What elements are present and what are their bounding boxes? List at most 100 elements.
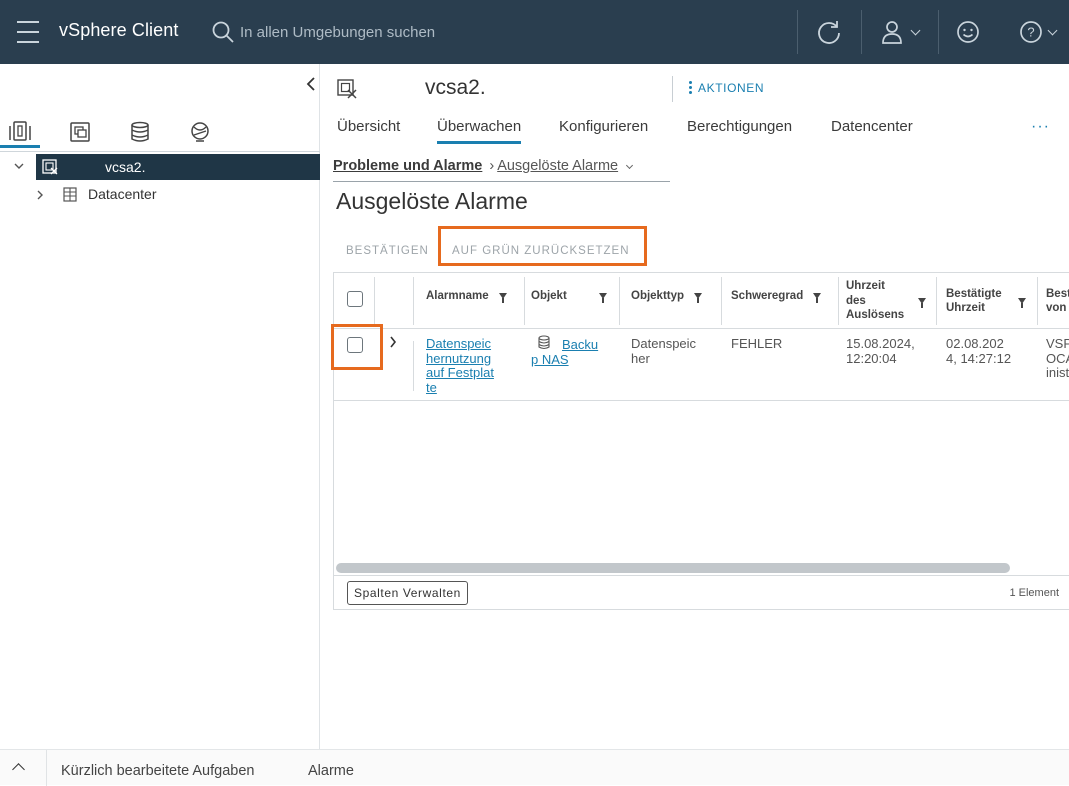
filter-icon[interactable]: [813, 293, 822, 303]
collapse-panel-icon[interactable]: [304, 76, 318, 92]
expand-row-chevron-icon[interactable]: [389, 336, 397, 348]
svg-text:?: ?: [1027, 25, 1034, 40]
object-link[interactable]: Backu p NAS: [531, 337, 598, 367]
actions-label: AKTIONEN: [698, 80, 765, 95]
column-label: Objekttyp: [631, 290, 685, 302]
breadcrumb-separator-icon: ›: [489, 158, 495, 174]
grid-footer: Spalten Verwalten 1 Element: [334, 575, 1069, 611]
tree-item-label: vcsa2.: [105, 159, 146, 175]
alarm-name-link[interactable]: Datenspeic hernutzung auf Festplat te: [426, 336, 494, 395]
filter-icon[interactable]: [498, 293, 507, 303]
chevron-right-icon[interactable]: [36, 190, 44, 200]
page-title: Ausgelöste Alarme: [336, 188, 528, 214]
vms-templates-tab[interactable]: [60, 116, 100, 148]
search-icon: [212, 21, 234, 43]
highlight-box: [438, 226, 647, 266]
column-header-object-type[interactable]: Objekttyp: [631, 287, 703, 305]
help-icon: ?: [1020, 21, 1042, 43]
column-label: Bestätigte Uhrzeit: [946, 287, 1002, 315]
help-menu[interactable]: ?: [1019, 20, 1058, 44]
table-row[interactable]: Datenspeic hernutzung auf Festplat te Backu…: [334, 329, 1069, 401]
divider: [797, 10, 798, 54]
chevron-down-icon: [14, 163, 24, 169]
column-label: Alarmname: [426, 290, 489, 302]
filter-icon[interactable]: [918, 298, 926, 308]
breadcrumb-parent[interactable]: Probleme und Alarme: [333, 158, 482, 174]
column-header-ack-by[interactable]: Best von: [1046, 278, 1069, 324]
recent-tasks-tab[interactable]: Kürzlich bearbeitete Aufgaben: [61, 763, 254, 779]
ack-time-cell: 02.08.202 4, 14:27:12: [946, 336, 1012, 366]
tab-configure[interactable]: Konfigurieren: [559, 118, 648, 141]
divider: [672, 76, 673, 102]
bottom-bar: Kürzlich bearbeitete Aufgaben Alarme: [0, 749, 1069, 786]
object-tabs: Übersicht Überwachen Konfigurieren Berec…: [321, 116, 1069, 146]
filter-icon[interactable]: [599, 293, 607, 303]
object-title: vcsa2.: [425, 76, 486, 99]
divider: [861, 10, 862, 54]
manage-columns-button[interactable]: Spalten Verwalten: [347, 581, 468, 605]
column-label: Objekt: [531, 290, 567, 302]
datastore-icon: [131, 121, 149, 142]
actions-menu-button[interactable]: AKTIONEN: [689, 80, 764, 95]
more-tabs-button[interactable]: ···: [1031, 118, 1050, 136]
tab-permissions[interactable]: Berechtigungen: [687, 118, 792, 141]
vms-templates-icon: [70, 122, 90, 142]
column-header-object[interactable]: Objekt: [531, 287, 607, 305]
network-globe-icon: [191, 122, 209, 142]
column-label: Schweregrad: [731, 290, 804, 302]
user-icon: [882, 21, 902, 44]
divider: [938, 10, 939, 54]
acknowledge-button[interactable]: BESTÄTIGEN: [346, 238, 429, 264]
expand-up-icon[interactable]: [12, 763, 25, 776]
inventory-tabs: [0, 112, 320, 152]
tree-toggle[interactable]: [0, 154, 36, 180]
chevron-down-icon: [1047, 25, 1058, 35]
tab-monitor[interactable]: Überwachen: [437, 118, 522, 144]
vcenter-icon: [42, 159, 58, 175]
vcenter-icon: [337, 79, 357, 99]
select-all-checkbox[interactable]: [347, 291, 363, 307]
chevron-down-icon: [910, 25, 921, 35]
tree-item-datacenter[interactable]: Datacenter: [0, 181, 320, 207]
more-vertical-icon: [689, 80, 692, 95]
breadcrumb-current[interactable]: Ausgelöste Alarme: [497, 158, 618, 174]
column-header-trigger-time[interactable]: Uhrzeit des Auslösens: [846, 273, 926, 329]
storage-tab[interactable]: [120, 116, 160, 148]
tab-summary[interactable]: Übersicht: [337, 118, 400, 141]
filter-icon[interactable]: [1018, 298, 1026, 308]
refresh-icon[interactable]: [815, 18, 843, 46]
object-type-cell: Datenspeic her: [631, 336, 697, 366]
column-header-ack-time[interactable]: Bestätigte Uhrzeit: [946, 278, 1026, 324]
alarms-tab[interactable]: Alarme: [308, 763, 354, 779]
grid-header: Alarmname Objekt Objekttyp Schweregrad U…: [334, 273, 1069, 329]
severity-cell: FEHLER: [731, 336, 783, 351]
chevron-down-icon[interactable]: [626, 161, 634, 170]
column-label: Best von: [1046, 287, 1069, 315]
app-title[interactable]: vSphere Client: [59, 20, 178, 41]
tree-item-vcsa2[interactable]: vcsa2.: [36, 154, 320, 180]
global-search-input[interactable]: [240, 20, 580, 44]
hosts-clusters-tab[interactable]: [0, 116, 40, 148]
main-content: vcsa2. AKTIONEN Übersicht Überwachen Kon…: [321, 64, 1069, 749]
trigger-time-cell: 15.08.2024, 12:20:04: [846, 336, 915, 366]
column-header-alarm-name[interactable]: Alarmname: [426, 287, 507, 305]
hamburger-menu-icon[interactable]: [12, 0, 44, 64]
filter-icon[interactable]: [694, 293, 703, 303]
highlight-box: [331, 324, 383, 370]
tab-datacenters[interactable]: Datencenter: [831, 118, 913, 141]
datacenter-icon: [63, 187, 77, 202]
horizontal-scrollbar[interactable]: [336, 563, 1010, 573]
top-bar: vSphere Client ?: [0, 0, 1069, 64]
column-label: Uhrzeit des Auslösens: [846, 280, 905, 322]
breadcrumb: Probleme und Alarme › Ausgelöste Alarme: [333, 158, 670, 182]
feedback-smiley-icon[interactable]: [956, 20, 980, 44]
alarms-grid: Alarmname Objekt Objekttyp Schweregrad U…: [333, 272, 1069, 610]
hosts-clusters-icon: [9, 120, 31, 141]
user-menu[interactable]: [880, 19, 921, 45]
tree-item-label: Datacenter: [88, 186, 157, 202]
item-count: 1 Element: [1009, 587, 1059, 599]
divider: [46, 750, 47, 786]
networking-tab[interactable]: [180, 116, 220, 148]
inventory-panel: vcsa2. Datacenter: [0, 64, 320, 749]
column-header-severity[interactable]: Schweregrad: [731, 287, 822, 305]
